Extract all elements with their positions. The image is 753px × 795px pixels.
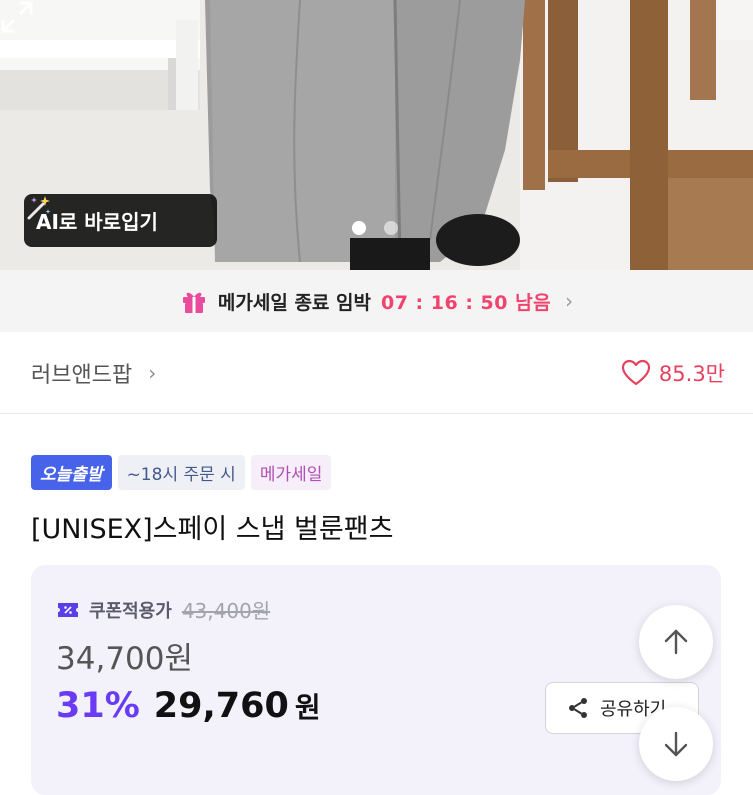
like-button[interactable]: 85.3만 [621, 358, 725, 388]
brand-link[interactable]: 러브앤드팝 › [31, 357, 156, 389]
mega-sale-badge: 메가세일 [250, 455, 332, 490]
product-title: [UNISEX]스페이 스냅 벌룬팬츠 [31, 514, 394, 545]
sale-price: 34,700원 [56, 641, 193, 677]
ai-try-on-button[interactable]: AI로 바로입기 [24, 194, 217, 247]
today-shipping-badge: 오늘출발 [31, 455, 112, 490]
share-icon [569, 698, 587, 718]
heart-icon [621, 359, 651, 385]
original-price: 43,400원 [181, 599, 271, 623]
carousel-indicator [352, 221, 398, 235]
coupon-price-label: 쿠폰적용가 [89, 600, 172, 622]
ai-try-on-label: AI로 바로입기 [36, 210, 158, 234]
carousel-dot-2[interactable] [384, 221, 398, 235]
coupon-price-row: 쿠폰적용가 43,400원 [57, 595, 270, 624]
gift-icon [182, 292, 205, 313]
chevron-right-icon: › [148, 360, 157, 385]
arrow-up-icon [664, 629, 688, 655]
arrow-down-icon [664, 731, 688, 757]
product-image-carousel[interactable]: AI로 바로입기 [0, 0, 753, 270]
final-price-row: 31% 29,760 원 [56, 686, 321, 726]
product-badges: 오늘출발 ~18시 주문 시 메가세일 [31, 455, 332, 490]
brand-row: 러브앤드팝 › 85.3만 [0, 332, 753, 414]
mega-sale-banner[interactable]: 메가세일 종료 임박 07 : 16 : 50 남음 › [0, 270, 753, 332]
price-card: 쿠폰적용가 43,400원 34,700원 31% 29,760 원 [31, 565, 721, 795]
chevron-right-icon: › [565, 289, 574, 313]
sale-countdown: 07 : 16 : 50 남음 [381, 291, 552, 314]
discount-percent: 31% [56, 686, 140, 726]
brand-name: 러브앤드팝 [31, 362, 133, 388]
expand-icon[interactable] [0, 0, 34, 34]
scroll-down-button[interactable] [639, 707, 713, 781]
currency-unit: 원 [294, 691, 321, 724]
mega-sale-label: 메가세일 종료 임박 [217, 291, 371, 314]
like-count: 85.3만 [658, 361, 725, 386]
magic-wand-icon [27, 196, 51, 220]
order-cutoff-badge: ~18시 주문 시 [117, 455, 245, 490]
scroll-up-button[interactable] [639, 605, 713, 679]
coupon-icon [58, 602, 78, 617]
final-price: 29,760 [153, 686, 289, 726]
carousel-dot-1[interactable] [352, 221, 366, 235]
